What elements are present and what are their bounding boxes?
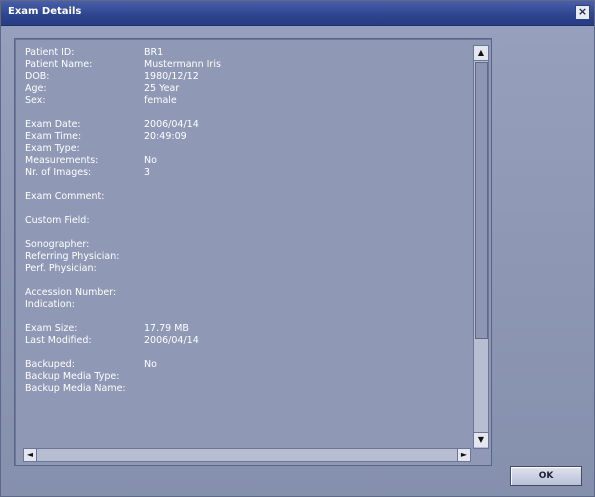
sex-value: female: [144, 95, 177, 106]
scroll-down-icon[interactable]: ▼: [474, 432, 488, 447]
backup-media-name-label: Backup Media Name:: [25, 383, 126, 394]
last-modified-row: Last Modified: 2006/04/14: [25, 335, 465, 347]
dob-row: DOB: 1980/12/12: [25, 71, 465, 83]
vertical-scrollbar[interactable]: ▲ ▼: [473, 45, 489, 449]
horizontal-scrollbar[interactable]: ◄ ►: [23, 448, 471, 462]
age-value: 25 Year: [144, 83, 180, 94]
patient-name-row: Patient Name: Mustermann Iris: [25, 59, 465, 71]
exam-time-label: Exam Time:: [25, 131, 82, 142]
exam-type-row: Exam Type:: [25, 143, 465, 155]
exam-size-row: Exam Size: 17.79 MB: [25, 323, 465, 335]
sex-row: Sex: female: [25, 95, 465, 107]
dob-label: DOB:: [25, 71, 50, 82]
backup-media-type-label: Backup Media Type:: [25, 371, 120, 382]
referring-physician-label: Referring Physician:: [25, 251, 120, 262]
exam-time-value: 20:49:09: [144, 131, 187, 142]
backup-media-name-row: Backup Media Name:: [25, 383, 465, 395]
sonographer-label: Sonographer:: [25, 239, 90, 250]
exam-type-label: Exam Type:: [25, 143, 80, 154]
backuped-label: Backuped:: [25, 359, 75, 370]
perf-physician-row: Perf. Physician:: [25, 263, 465, 275]
measurements-row: Measurements: No: [25, 155, 465, 167]
backuped-value: No: [144, 359, 157, 370]
backuped-row: Backuped: No: [25, 359, 465, 371]
last-modified-label: Last Modified:: [25, 335, 92, 346]
measurements-label: Measurements:: [25, 155, 99, 166]
custom-field-label: Custom Field:: [25, 215, 90, 226]
exam-size-label: Exam Size:: [25, 323, 78, 334]
scroll-up-icon[interactable]: ▲: [474, 46, 488, 61]
exam-date-label: Exam Date:: [25, 119, 81, 130]
exam-date-row: Exam Date: 2006/04/14: [25, 119, 465, 131]
referring-physician-row: Referring Physician:: [25, 251, 465, 263]
title-bar[interactable]: Exam Details ×: [1, 1, 594, 26]
custom-field-row: Custom Field:: [25, 215, 465, 227]
details-panel: Patient ID: BR1 Patient Name: Mustermann I…: [14, 38, 492, 466]
dialog-title: Exam Details: [8, 6, 82, 17]
sonographer-row: Sonographer:: [25, 239, 465, 251]
nr-images-label: Nr. of Images:: [25, 167, 92, 178]
exam-comment-row: Exam Comment:: [25, 191, 465, 203]
exam-comment-label: Exam Comment:: [25, 191, 105, 202]
accession-number-row: Accession Number:: [25, 287, 465, 299]
patient-id-row: Patient ID: BR1: [25, 47, 465, 59]
patient-id-label: Patient ID:: [25, 47, 75, 58]
indication-label: Indication:: [25, 299, 75, 310]
patient-name-value: Mustermann Iris: [144, 59, 221, 70]
dob-value: 1980/12/12: [144, 71, 199, 82]
details-list: Patient ID: BR1 Patient Name: Mustermann I…: [25, 47, 465, 395]
indication-row: Indication:: [25, 299, 465, 311]
perf-physician-label: Perf. Physician:: [25, 263, 97, 274]
nr-images-row: Nr. of Images: 3: [25, 167, 465, 179]
age-label: Age:: [25, 83, 47, 94]
accession-number-label: Accession Number:: [25, 287, 117, 298]
exam-details-dialog: Exam Details × Patient ID: BR1 Patient Na…: [0, 0, 595, 497]
patient-name-label: Patient Name:: [25, 59, 93, 70]
measurements-value: No: [144, 155, 157, 166]
age-row: Age: 25 Year: [25, 83, 465, 95]
exam-date-value: 2006/04/14: [144, 119, 199, 130]
exam-size-value: 17.79 MB: [144, 323, 189, 334]
scroll-left-icon[interactable]: ◄: [24, 449, 37, 461]
patient-id-value: BR1: [144, 47, 164, 58]
last-modified-value: 2006/04/14: [144, 335, 199, 346]
ok-button[interactable]: OK: [510, 466, 582, 486]
close-icon[interactable]: ×: [575, 5, 590, 20]
vertical-scroll-thumb[interactable]: [475, 62, 488, 339]
scroll-right-icon[interactable]: ►: [457, 449, 470, 461]
nr-images-value: 3: [144, 167, 151, 178]
exam-time-row: Exam Time: 20:49:09: [25, 131, 465, 143]
backup-media-type-row: Backup Media Type:: [25, 371, 465, 383]
sex-label: Sex:: [25, 95, 46, 106]
